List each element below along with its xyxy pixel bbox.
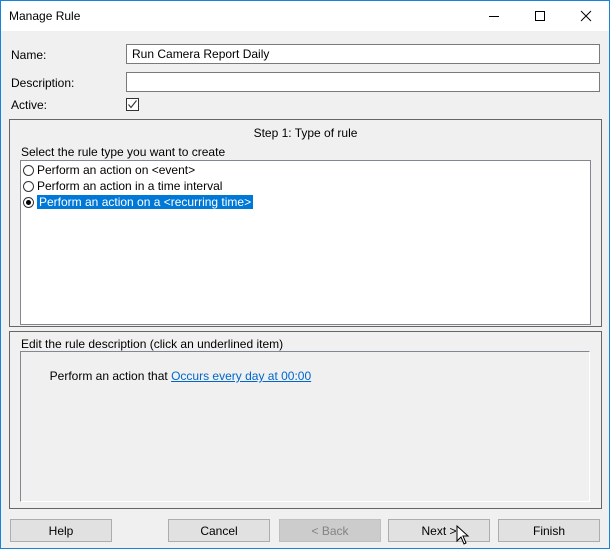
- title-bar: Manage Rule: [1, 1, 609, 31]
- rule-type-option-recurring-time[interactable]: Perform an action on a <recurring time>: [23, 194, 254, 210]
- rule-type-prompt: Select the rule type you want to create: [21, 145, 226, 159]
- recurring-time-link[interactable]: Occurs every day at 00:00: [171, 369, 311, 383]
- name-input[interactable]: [126, 44, 600, 64]
- option-label: Perform an action on a <recurring time>: [37, 195, 254, 209]
- cancel-button[interactable]: Cancel: [168, 519, 270, 542]
- mouse-cursor-icon: [456, 525, 470, 545]
- radio-button-selected[interactable]: [23, 196, 34, 208]
- rule-type-option-time-interval[interactable]: Perform an action in a time interval: [23, 178, 222, 194]
- manage-rule-dialog: Manage Rule Name: Description: Active: S…: [0, 0, 610, 549]
- radio-dot-icon: [26, 199, 31, 205]
- maximize-icon: [535, 11, 545, 21]
- checkmark-icon: [128, 100, 137, 109]
- description-input[interactable]: [126, 72, 600, 92]
- window-title: Manage Rule: [9, 9, 81, 23]
- rule-description-header: Edit the rule description (click an unde…: [21, 337, 284, 351]
- rule-type-group: Step 1: Type of rule Select the rule typ…: [9, 119, 602, 327]
- option-label: Perform an action on <event>: [37, 163, 196, 177]
- rule-description-box: Perform an action that Occurs every day …: [20, 351, 590, 502]
- maximize-button[interactable]: [517, 1, 563, 31]
- active-checkbox[interactable]: [126, 98, 139, 111]
- radio-button[interactable]: [23, 164, 34, 176]
- name-label: Name:: [11, 48, 47, 62]
- help-button[interactable]: Help: [10, 519, 112, 542]
- finish-button[interactable]: Finish: [498, 519, 600, 542]
- rule-description-prefix: Perform an action that: [49, 369, 172, 383]
- option-label: Perform an action in a time interval: [37, 179, 223, 193]
- close-icon: [580, 10, 592, 22]
- rule-type-option-event[interactable]: Perform an action on <event>: [23, 162, 195, 178]
- rule-description-group: Edit the rule description (click an unde…: [9, 331, 602, 509]
- close-button[interactable]: [563, 1, 609, 31]
- minimize-icon: [489, 16, 499, 17]
- active-label: Active:: [11, 98, 48, 112]
- next-button[interactable]: Next >: [388, 519, 490, 542]
- rule-type-list: Perform an action on <event> Perform an …: [20, 160, 591, 325]
- radio-button[interactable]: [23, 180, 34, 192]
- step-title: Step 1: Type of rule: [253, 126, 358, 140]
- back-button: < Back: [279, 519, 381, 542]
- minimize-button[interactable]: [471, 1, 517, 31]
- description-label: Description:: [11, 76, 75, 90]
